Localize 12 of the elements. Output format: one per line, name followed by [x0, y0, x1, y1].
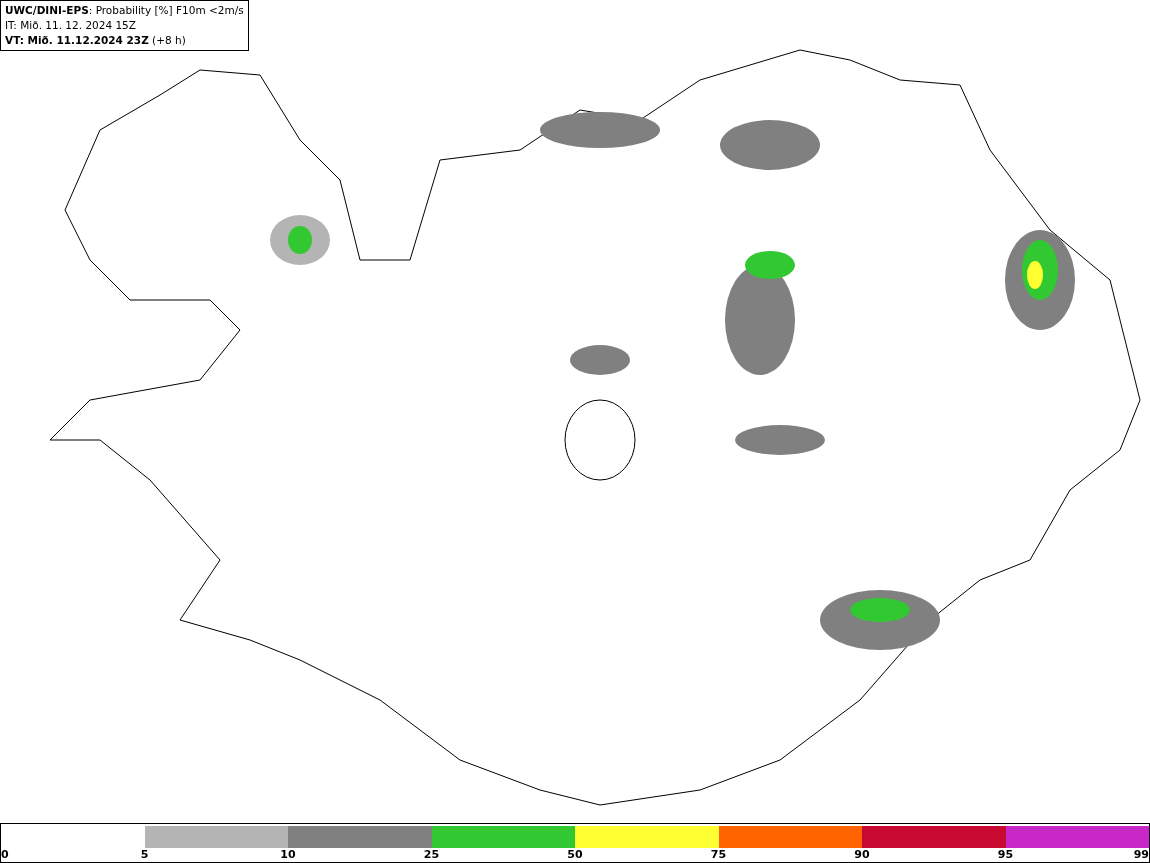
legend-label: 95: [997, 848, 1014, 862]
legend-label: 10: [280, 848, 296, 862]
legend-label: 99: [1133, 848, 1149, 862]
init-time: IT: Mið. 11. 12. 2024 15Z: [5, 18, 137, 33]
legend-label: 5: [140, 848, 149, 862]
legend-label: 0: [1, 848, 9, 862]
legend-label: 75: [710, 848, 727, 862]
legend-label: 50: [567, 848, 583, 862]
valid-time: VT: Mið. 11.12.2024 23Z (+8 h): [5, 33, 187, 48]
legend-label: 25: [423, 848, 440, 862]
legend-label: 90: [854, 848, 870, 862]
chart-title: UWC/DINI-EPS: Probability [%] F10m <2m/s: [5, 3, 244, 18]
